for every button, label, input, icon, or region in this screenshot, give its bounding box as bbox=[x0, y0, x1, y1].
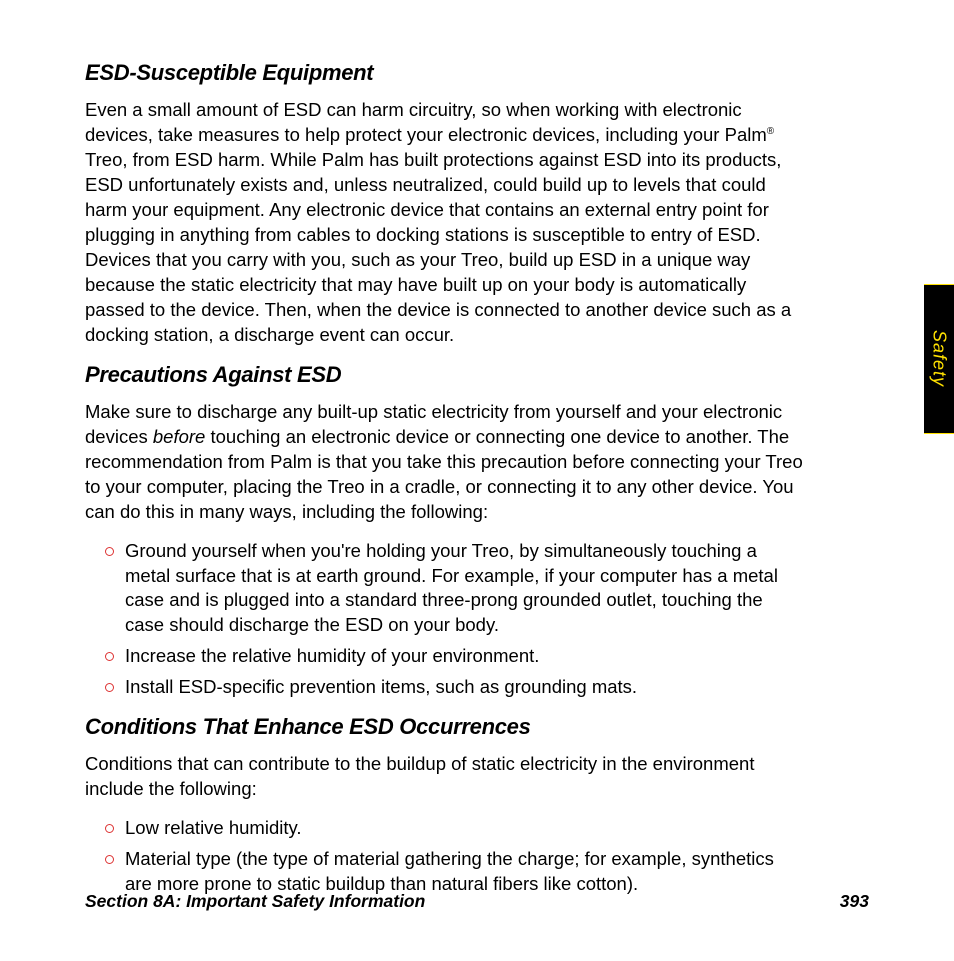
heading-conditions: Conditions That Enhance ESD Occurrences bbox=[85, 714, 805, 740]
section-tab-safety: Safety bbox=[924, 284, 954, 434]
list-item: Low relative humidity. bbox=[105, 816, 805, 841]
list-item: Increase the relative humidity of your e… bbox=[105, 644, 805, 669]
section-tab-label: Safety bbox=[929, 330, 950, 387]
paragraph-precautions: Make sure to discharge any built-up stat… bbox=[85, 400, 805, 525]
footer-page-number: 393 bbox=[840, 891, 869, 912]
paragraph-conditions: Conditions that can contribute to the bu… bbox=[85, 752, 805, 802]
heading-esd-equipment: ESD-Susceptible Equipment bbox=[85, 60, 805, 86]
list-item: Material type (the type of material gath… bbox=[105, 847, 805, 897]
paragraph-esd-equipment: Even a small amount of ESD can harm circ… bbox=[85, 98, 805, 348]
list-precautions: Ground yourself when you're holding your… bbox=[105, 539, 805, 701]
footer-section-label: Section 8A: Important Safety Information bbox=[85, 891, 425, 912]
page-footer: Section 8A: Important Safety Information… bbox=[85, 891, 869, 912]
list-conditions: Low relative humidity. Material type (th… bbox=[105, 816, 805, 897]
list-item: Install ESD-specific prevention items, s… bbox=[105, 675, 805, 700]
list-item: Ground yourself when you're holding your… bbox=[105, 539, 805, 639]
heading-precautions: Precautions Against ESD bbox=[85, 362, 805, 388]
page-content: ESD-Susceptible Equipment Even a small a… bbox=[0, 0, 890, 961]
